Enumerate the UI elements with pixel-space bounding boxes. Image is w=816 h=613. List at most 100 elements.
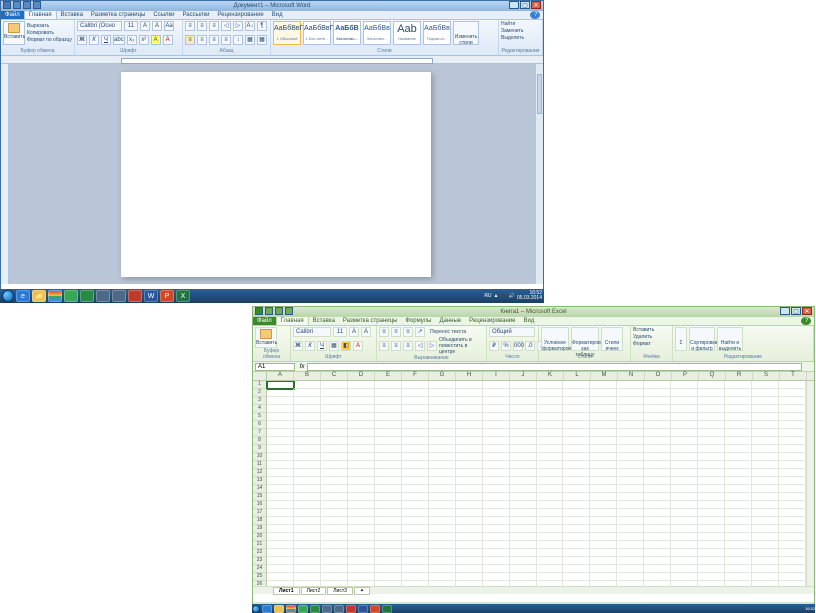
cell[interactable]	[590, 429, 617, 437]
taskbar-clock[interactable]: 16:52 05.03.2014	[517, 291, 542, 301]
cell[interactable]	[698, 533, 725, 541]
cell[interactable]	[267, 501, 294, 509]
cell[interactable]	[563, 421, 590, 429]
column-header[interactable]: B	[294, 372, 321, 380]
strike-button[interactable]: abc	[113, 35, 125, 45]
copy-button[interactable]: Копировать	[27, 30, 72, 36]
cell[interactable]	[698, 437, 725, 445]
cell[interactable]	[402, 493, 429, 501]
cell[interactable]	[267, 381, 294, 389]
italic-button[interactable]: К	[89, 35, 99, 45]
cell[interactable]	[644, 429, 671, 437]
cell[interactable]	[321, 485, 348, 493]
cell[interactable]	[537, 477, 564, 485]
cell[interactable]	[617, 525, 644, 533]
cell[interactable]	[698, 429, 725, 437]
cell[interactable]	[510, 533, 537, 541]
cell[interactable]	[537, 397, 564, 405]
tb2-ie[interactable]	[262, 605, 272, 613]
cell[interactable]	[294, 437, 321, 445]
delete-cells-button[interactable]: Удалить	[633, 334, 670, 340]
cell[interactable]	[348, 437, 375, 445]
tb2-excel[interactable]	[382, 605, 392, 613]
cell[interactable]	[375, 437, 402, 445]
cell[interactable]	[725, 389, 752, 397]
excel-fill-color[interactable]: ◧	[341, 341, 351, 351]
align-right-button[interactable]: ≡	[209, 35, 219, 45]
show-marks-button[interactable]: ¶	[257, 21, 267, 31]
cell[interactable]	[321, 493, 348, 501]
tab-review[interactable]: Рецензирование	[213, 11, 267, 19]
align-left-button[interactable]: ≡	[185, 35, 195, 45]
borders-button[interactable]: ▦	[257, 35, 267, 45]
cell[interactable]	[563, 397, 590, 405]
cell[interactable]	[752, 421, 779, 429]
cell[interactable]	[402, 541, 429, 549]
column-header[interactable]: Q	[699, 372, 726, 380]
cell[interactable]	[779, 565, 806, 573]
cell[interactable]	[617, 389, 644, 397]
style-heading2[interactable]: АаБбВвЗаголово...	[363, 21, 391, 45]
row-header[interactable]: 3	[253, 397, 267, 405]
cell[interactable]	[483, 525, 510, 533]
cell[interactable]	[563, 445, 590, 453]
cell[interactable]	[590, 501, 617, 509]
excel-tab-insert[interactable]: Вставка	[309, 317, 339, 325]
taskbar-powerpoint-icon[interactable]: P	[160, 290, 174, 302]
cell[interactable]	[267, 461, 294, 469]
start-button-2[interactable]	[252, 605, 260, 613]
cell[interactable]	[510, 389, 537, 397]
cell[interactable]	[779, 493, 806, 501]
style-subtitle[interactable]: АаБбВвПодзагол...	[423, 21, 451, 45]
cell[interactable]	[483, 493, 510, 501]
cell[interactable]	[644, 413, 671, 421]
minimize-button[interactable]: _	[509, 1, 519, 9]
cell[interactable]	[348, 461, 375, 469]
cell[interactable]	[779, 485, 806, 493]
tb2-chrome[interactable]	[286, 605, 296, 613]
cell[interactable]	[483, 477, 510, 485]
row-header[interactable]: 12	[253, 469, 267, 477]
cell[interactable]	[617, 405, 644, 413]
column-header[interactable]: P	[672, 372, 699, 380]
cell[interactable]	[725, 493, 752, 501]
cell[interactable]	[671, 413, 698, 421]
cell[interactable]	[348, 381, 375, 389]
cell[interactable]	[617, 517, 644, 525]
cell[interactable]	[671, 565, 698, 573]
excel-tab-formulas[interactable]: Формулы	[401, 317, 435, 325]
cell[interactable]	[294, 557, 321, 565]
cell[interactable]	[590, 405, 617, 413]
cell[interactable]	[456, 509, 483, 517]
cell[interactable]	[456, 565, 483, 573]
cell[interactable]	[671, 437, 698, 445]
cell[interactable]	[510, 421, 537, 429]
cell[interactable]	[267, 493, 294, 501]
cell[interactable]	[267, 525, 294, 533]
row-header[interactable]: 23	[253, 557, 267, 565]
cell[interactable]	[779, 429, 806, 437]
excel-align-right[interactable]: ≡	[403, 341, 413, 351]
cell[interactable]	[725, 421, 752, 429]
cell[interactable]	[294, 533, 321, 541]
cell[interactable]	[590, 461, 617, 469]
excel-tab-layout[interactable]: Разметка страницы	[339, 317, 401, 325]
cell[interactable]	[429, 413, 456, 421]
cell[interactable]	[483, 573, 510, 581]
cell[interactable]	[510, 501, 537, 509]
cell[interactable]	[671, 445, 698, 453]
cell[interactable]	[752, 549, 779, 557]
cell[interactable]	[537, 525, 564, 533]
horizontal-ruler[interactable]	[1, 56, 543, 64]
close-button[interactable]: ✕	[531, 1, 541, 9]
cell[interactable]	[321, 389, 348, 397]
cell[interactable]	[510, 397, 537, 405]
cell[interactable]	[563, 565, 590, 573]
cell[interactable]	[563, 413, 590, 421]
excel-indent[interactable]: ▷	[427, 341, 437, 351]
cell[interactable]	[725, 413, 752, 421]
cell[interactable]	[402, 405, 429, 413]
cell[interactable]	[671, 509, 698, 517]
cell[interactable]	[348, 517, 375, 525]
cell[interactable]	[671, 381, 698, 389]
